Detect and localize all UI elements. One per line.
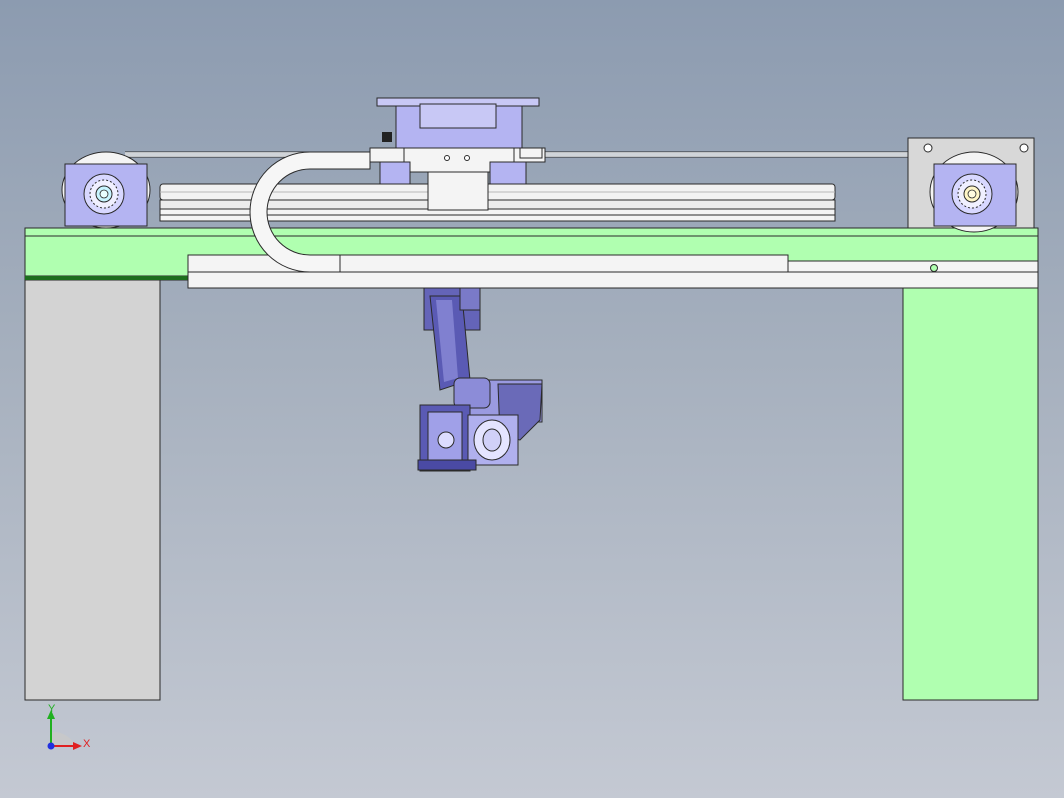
bolt-icon: [923, 143, 933, 153]
triad-y-label: Y: [48, 703, 56, 715]
screw-icon: [444, 155, 450, 161]
cad-viewport[interactable]: Y X: [0, 0, 1064, 798]
end-effector[interactable]: [417, 377, 543, 472]
robot-arm[interactable]: [423, 287, 481, 391]
locator-pin-icon: [930, 264, 938, 272]
triad-x-label: X: [83, 738, 91, 750]
flange-icon: [437, 431, 455, 449]
belt: [125, 151, 1010, 158]
bolt-icon: [1019, 143, 1029, 153]
right-pulley[interactable]: [907, 137, 1035, 233]
screw-icon: [464, 155, 470, 161]
left-support-column[interactable]: [24, 277, 161, 701]
left-pulley[interactable]: [61, 151, 151, 229]
right-support-column[interactable]: [902, 287, 1039, 701]
coordinate-triad-icon: Y X: [47, 703, 91, 750]
cad-scene[interactable]: Y X: [0, 0, 1064, 798]
